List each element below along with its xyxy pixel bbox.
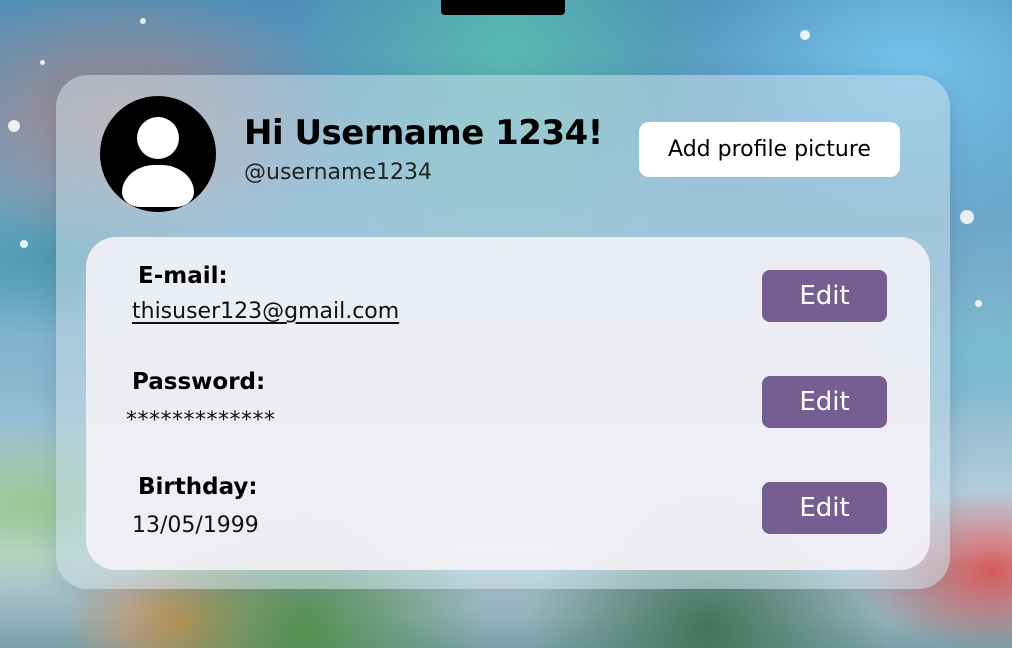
password-label: Password:: [132, 369, 266, 395]
edit-password-button[interactable]: Edit: [762, 376, 887, 428]
greeting-title: Hi Username 1234!: [244, 113, 603, 153]
user-avatar-icon: [100, 96, 216, 212]
password-value: *************: [126, 408, 276, 433]
avatar-body: [122, 165, 194, 207]
birthday-label: Birthday:: [138, 474, 258, 500]
email-label: E-mail:: [138, 263, 228, 289]
avatar-head: [137, 117, 179, 159]
email-value[interactable]: thisuser123@gmail.com: [132, 299, 399, 324]
edit-birthday-button[interactable]: Edit: [762, 482, 887, 534]
add-profile-picture-button[interactable]: Add profile picture: [639, 122, 900, 177]
top-notch-bar: [441, 0, 565, 15]
edit-email-button[interactable]: Edit: [762, 270, 887, 322]
username-handle: @username1234: [244, 160, 432, 185]
birthday-value: 13/05/1999: [132, 513, 259, 538]
